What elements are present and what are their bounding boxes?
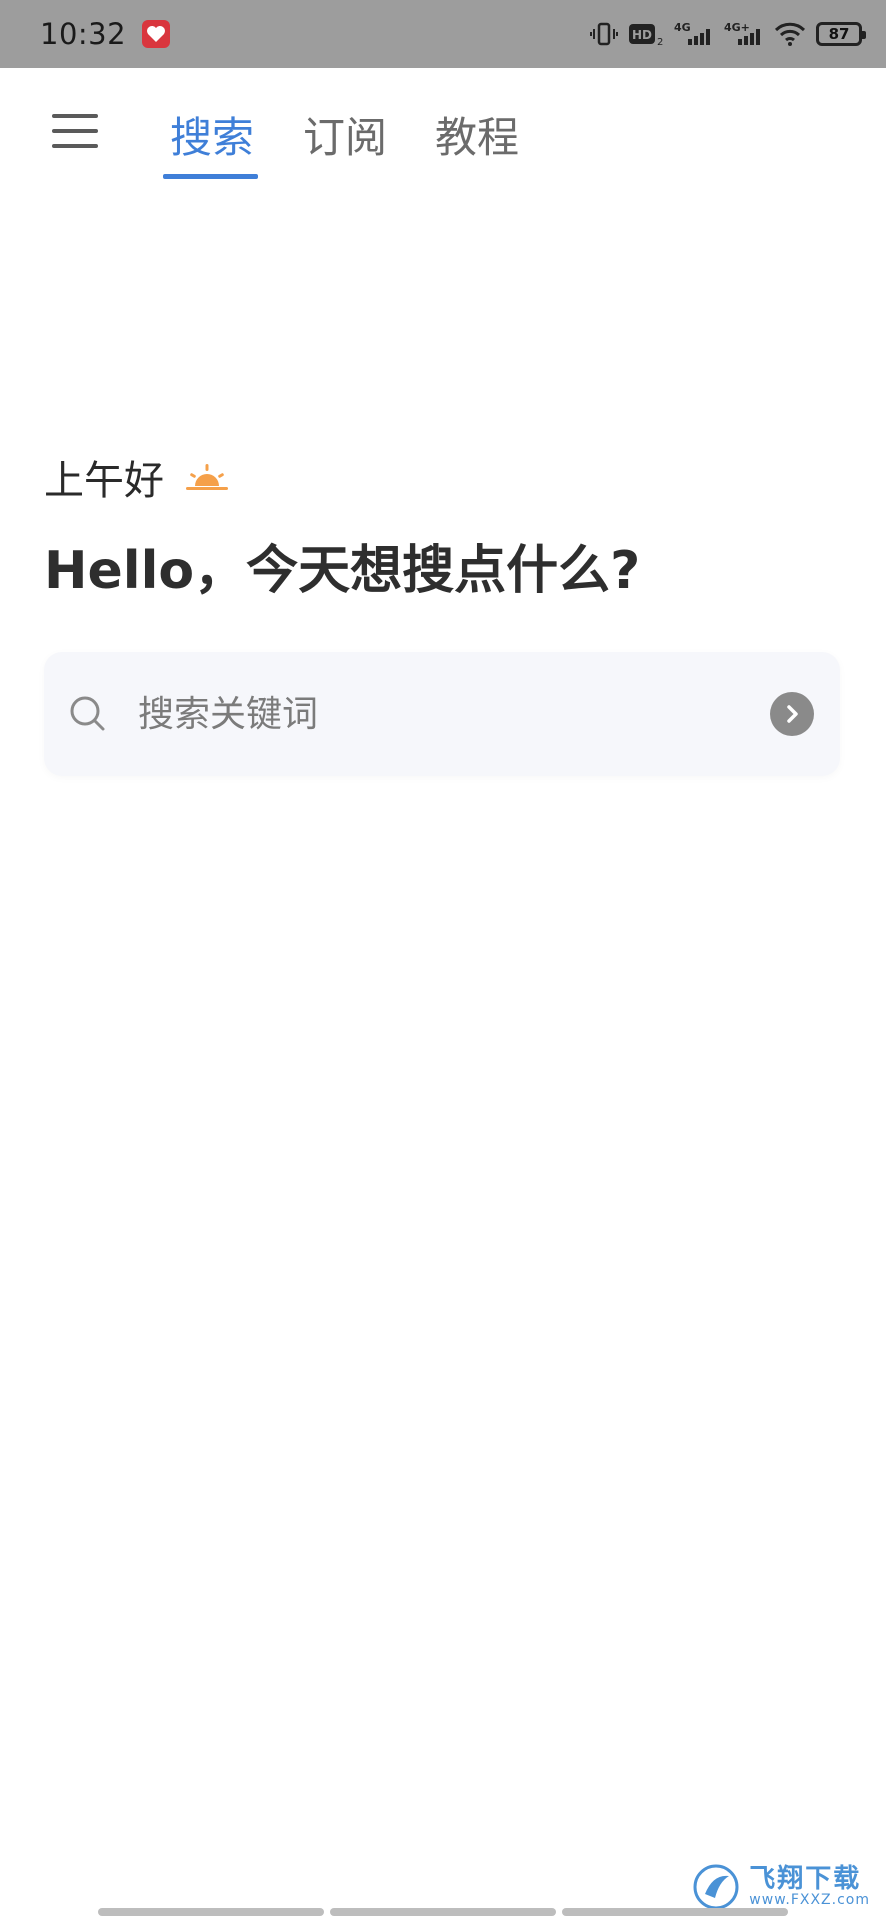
watermark-name: 飞翔下载 bbox=[749, 1864, 862, 1894]
greeting: 上午好 bbox=[44, 448, 230, 506]
4g-plus-signal-icon: 4G+ bbox=[724, 21, 764, 47]
active-tab-indicator bbox=[163, 174, 258, 179]
gesture-bar bbox=[98, 1908, 788, 1916]
search-input[interactable] bbox=[136, 692, 770, 736]
sunrise-icon bbox=[186, 464, 228, 490]
status-bar: 10:32 HD 2 4G 4G+ 87 bbox=[0, 0, 886, 68]
tab-subscribe[interactable]: 订阅 bbox=[303, 104, 387, 165]
hd-icon: HD 2 bbox=[628, 21, 664, 47]
battery-icon: 87 bbox=[816, 22, 866, 46]
svg-text:2: 2 bbox=[657, 37, 663, 47]
tab-tutorial[interactable]: 教程 bbox=[435, 104, 519, 165]
wifi-icon bbox=[774, 21, 806, 47]
vibrate-icon bbox=[590, 21, 618, 47]
hamburger-menu-icon[interactable] bbox=[52, 114, 100, 150]
tab-search[interactable]: 搜索 bbox=[170, 104, 254, 165]
svg-text:HD: HD bbox=[632, 28, 652, 42]
watermark-logo-icon bbox=[693, 1864, 739, 1910]
4g-signal-icon: 4G bbox=[674, 21, 714, 47]
watermark: 飞翔下载 www.FXXZ.com bbox=[693, 1864, 870, 1910]
watermark-url: www.FXXZ.com bbox=[749, 1892, 870, 1909]
svg-text:4G+: 4G+ bbox=[724, 21, 750, 34]
status-left: 10:32 bbox=[40, 17, 171, 51]
greeting-period: 上午好 bbox=[44, 458, 164, 504]
top-nav: 搜索 订阅 教程 bbox=[0, 68, 886, 188]
headline: Hello，今天想搜点什么? bbox=[44, 541, 641, 601]
chevron-right-icon bbox=[787, 705, 798, 723]
search-submit-button[interactable] bbox=[770, 692, 814, 736]
status-time: 10:32 bbox=[40, 17, 127, 51]
search-box[interactable] bbox=[44, 652, 840, 776]
app-notification-icon bbox=[142, 20, 171, 48]
svg-text:4G: 4G bbox=[674, 21, 691, 34]
status-right: HD 2 4G 4G+ 87 bbox=[590, 21, 866, 47]
search-icon bbox=[70, 696, 105, 731]
